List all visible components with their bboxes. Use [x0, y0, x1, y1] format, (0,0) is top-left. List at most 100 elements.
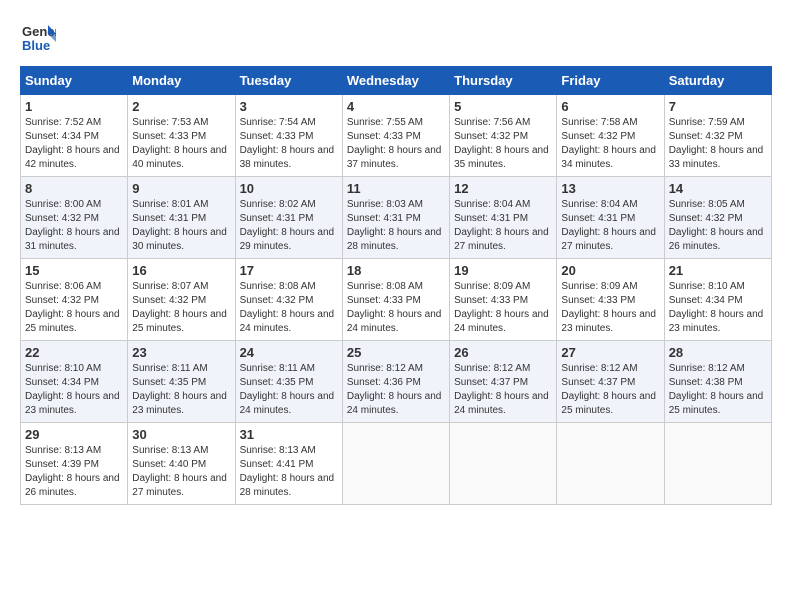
day-number: 22: [25, 345, 123, 360]
day-number: 11: [347, 181, 445, 196]
day-number: 1: [25, 99, 123, 114]
week-row-3: 15 Sunrise: 8:06 AM Sunset: 4:32 PM Dayl…: [21, 259, 772, 341]
day-info: Sunrise: 8:04 AM Sunset: 4:31 PM Dayligh…: [454, 198, 552, 254]
day-number: 7: [669, 99, 767, 114]
day-cell: 3 Sunrise: 7:54 AM Sunset: 4:33 PM Dayli…: [235, 95, 342, 177]
day-info: Sunrise: 8:08 AM Sunset: 4:32 PM Dayligh…: [240, 280, 338, 336]
day-info: Sunrise: 8:09 AM Sunset: 4:33 PM Dayligh…: [454, 280, 552, 336]
day-number: 19: [454, 263, 552, 278]
day-number: 3: [240, 99, 338, 114]
day-number: 10: [240, 181, 338, 196]
day-number: 23: [132, 345, 230, 360]
day-cell: 23 Sunrise: 8:11 AM Sunset: 4:35 PM Dayl…: [128, 341, 235, 423]
day-number: 13: [561, 181, 659, 196]
logo: General Blue: [20, 20, 56, 56]
day-cell: 2 Sunrise: 7:53 AM Sunset: 4:33 PM Dayli…: [128, 95, 235, 177]
day-info: Sunrise: 8:12 AM Sunset: 4:37 PM Dayligh…: [454, 362, 552, 418]
day-cell: 5 Sunrise: 7:56 AM Sunset: 4:32 PM Dayli…: [450, 95, 557, 177]
day-number: 20: [561, 263, 659, 278]
weekday-header-row: SundayMondayTuesdayWednesdayThursdayFrid…: [21, 67, 772, 95]
svg-text:Blue: Blue: [22, 38, 50, 53]
day-info: Sunrise: 7:52 AM Sunset: 4:34 PM Dayligh…: [25, 116, 123, 172]
day-cell: 14 Sunrise: 8:05 AM Sunset: 4:32 PM Dayl…: [664, 177, 771, 259]
day-number: 16: [132, 263, 230, 278]
day-number: 8: [25, 181, 123, 196]
day-cell: 20 Sunrise: 8:09 AM Sunset: 4:33 PM Dayl…: [557, 259, 664, 341]
day-info: Sunrise: 8:06 AM Sunset: 4:32 PM Dayligh…: [25, 280, 123, 336]
day-cell: 6 Sunrise: 7:58 AM Sunset: 4:32 PM Dayli…: [557, 95, 664, 177]
day-info: Sunrise: 7:58 AM Sunset: 4:32 PM Dayligh…: [561, 116, 659, 172]
weekday-header-monday: Monday: [128, 67, 235, 95]
day-info: Sunrise: 8:09 AM Sunset: 4:33 PM Dayligh…: [561, 280, 659, 336]
day-cell: 31 Sunrise: 8:13 AM Sunset: 4:41 PM Dayl…: [235, 423, 342, 505]
day-number: 9: [132, 181, 230, 196]
day-info: Sunrise: 8:11 AM Sunset: 4:35 PM Dayligh…: [132, 362, 230, 418]
day-number: 26: [454, 345, 552, 360]
day-cell: 15 Sunrise: 8:06 AM Sunset: 4:32 PM Dayl…: [21, 259, 128, 341]
week-row-1: 1 Sunrise: 7:52 AM Sunset: 4:34 PM Dayli…: [21, 95, 772, 177]
weekday-header-tuesday: Tuesday: [235, 67, 342, 95]
day-cell: 4 Sunrise: 7:55 AM Sunset: 4:33 PM Dayli…: [342, 95, 449, 177]
day-cell: 19 Sunrise: 8:09 AM Sunset: 4:33 PM Dayl…: [450, 259, 557, 341]
day-number: 12: [454, 181, 552, 196]
day-info: Sunrise: 8:05 AM Sunset: 4:32 PM Dayligh…: [669, 198, 767, 254]
day-info: Sunrise: 7:53 AM Sunset: 4:33 PM Dayligh…: [132, 116, 230, 172]
day-number: 14: [669, 181, 767, 196]
day-number: 27: [561, 345, 659, 360]
day-info: Sunrise: 8:10 AM Sunset: 4:34 PM Dayligh…: [25, 362, 123, 418]
day-number: 4: [347, 99, 445, 114]
day-cell: 27 Sunrise: 8:12 AM Sunset: 4:37 PM Dayl…: [557, 341, 664, 423]
day-number: 5: [454, 99, 552, 114]
day-cell: 9 Sunrise: 8:01 AM Sunset: 4:31 PM Dayli…: [128, 177, 235, 259]
day-cell: 11 Sunrise: 8:03 AM Sunset: 4:31 PM Dayl…: [342, 177, 449, 259]
day-cell: 16 Sunrise: 8:07 AM Sunset: 4:32 PM Dayl…: [128, 259, 235, 341]
day-cell: 13 Sunrise: 8:04 AM Sunset: 4:31 PM Dayl…: [557, 177, 664, 259]
day-cell: [557, 423, 664, 505]
day-info: Sunrise: 7:55 AM Sunset: 4:33 PM Dayligh…: [347, 116, 445, 172]
day-info: Sunrise: 8:12 AM Sunset: 4:36 PM Dayligh…: [347, 362, 445, 418]
weekday-header-saturday: Saturday: [664, 67, 771, 95]
day-number: 2: [132, 99, 230, 114]
day-cell: [342, 423, 449, 505]
day-number: 29: [25, 427, 123, 442]
day-number: 6: [561, 99, 659, 114]
day-cell: 28 Sunrise: 8:12 AM Sunset: 4:38 PM Dayl…: [664, 341, 771, 423]
day-cell: 21 Sunrise: 8:10 AM Sunset: 4:34 PM Dayl…: [664, 259, 771, 341]
day-info: Sunrise: 8:10 AM Sunset: 4:34 PM Dayligh…: [669, 280, 767, 336]
day-info: Sunrise: 8:01 AM Sunset: 4:31 PM Dayligh…: [132, 198, 230, 254]
day-cell: 7 Sunrise: 7:59 AM Sunset: 4:32 PM Dayli…: [664, 95, 771, 177]
week-row-4: 22 Sunrise: 8:10 AM Sunset: 4:34 PM Dayl…: [21, 341, 772, 423]
day-number: 31: [240, 427, 338, 442]
day-info: Sunrise: 8:12 AM Sunset: 4:37 PM Dayligh…: [561, 362, 659, 418]
day-info: Sunrise: 8:02 AM Sunset: 4:31 PM Dayligh…: [240, 198, 338, 254]
day-cell: [450, 423, 557, 505]
day-cell: 26 Sunrise: 8:12 AM Sunset: 4:37 PM Dayl…: [450, 341, 557, 423]
day-number: 28: [669, 345, 767, 360]
header: General Blue: [20, 20, 772, 56]
day-cell: 1 Sunrise: 7:52 AM Sunset: 4:34 PM Dayli…: [21, 95, 128, 177]
day-number: 24: [240, 345, 338, 360]
day-cell: 12 Sunrise: 8:04 AM Sunset: 4:31 PM Dayl…: [450, 177, 557, 259]
day-number: 15: [25, 263, 123, 278]
calendar: SundayMondayTuesdayWednesdayThursdayFrid…: [20, 66, 772, 505]
day-cell: 17 Sunrise: 8:08 AM Sunset: 4:32 PM Dayl…: [235, 259, 342, 341]
day-info: Sunrise: 7:54 AM Sunset: 4:33 PM Dayligh…: [240, 116, 338, 172]
day-cell: 22 Sunrise: 8:10 AM Sunset: 4:34 PM Dayl…: [21, 341, 128, 423]
day-info: Sunrise: 8:08 AM Sunset: 4:33 PM Dayligh…: [347, 280, 445, 336]
day-number: 18: [347, 263, 445, 278]
day-cell: 30 Sunrise: 8:13 AM Sunset: 4:40 PM Dayl…: [128, 423, 235, 505]
weekday-header-friday: Friday: [557, 67, 664, 95]
day-cell: 29 Sunrise: 8:13 AM Sunset: 4:39 PM Dayl…: [21, 423, 128, 505]
day-number: 17: [240, 263, 338, 278]
day-info: Sunrise: 8:03 AM Sunset: 4:31 PM Dayligh…: [347, 198, 445, 254]
day-info: Sunrise: 8:00 AM Sunset: 4:32 PM Dayligh…: [25, 198, 123, 254]
day-info: Sunrise: 8:04 AM Sunset: 4:31 PM Dayligh…: [561, 198, 659, 254]
day-cell: 18 Sunrise: 8:08 AM Sunset: 4:33 PM Dayl…: [342, 259, 449, 341]
day-number: 25: [347, 345, 445, 360]
day-cell: 10 Sunrise: 8:02 AM Sunset: 4:31 PM Dayl…: [235, 177, 342, 259]
day-cell: 8 Sunrise: 8:00 AM Sunset: 4:32 PM Dayli…: [21, 177, 128, 259]
day-number: 30: [132, 427, 230, 442]
day-info: Sunrise: 8:12 AM Sunset: 4:38 PM Dayligh…: [669, 362, 767, 418]
logo-icon: General Blue: [20, 20, 56, 56]
week-row-5: 29 Sunrise: 8:13 AM Sunset: 4:39 PM Dayl…: [21, 423, 772, 505]
